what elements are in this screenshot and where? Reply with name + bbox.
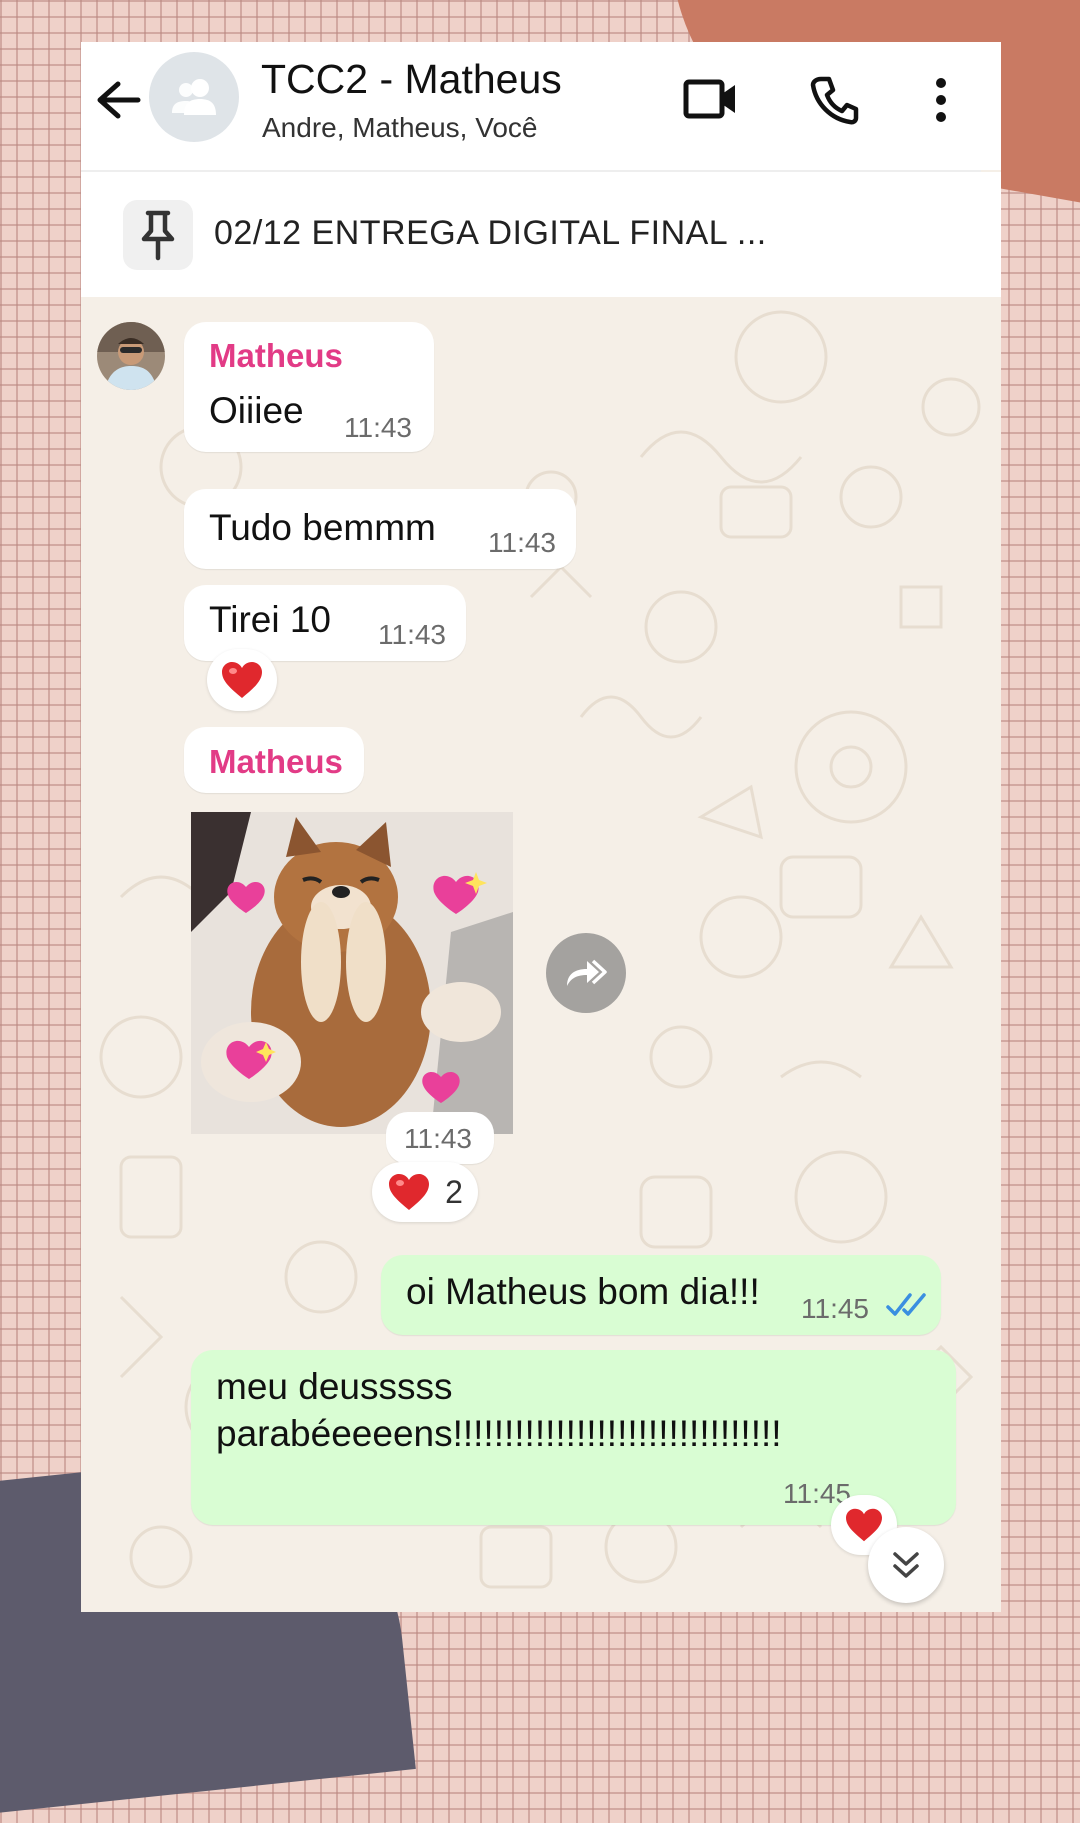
message-time: 11:43 <box>488 527 556 558</box>
double-chevron-down-icon <box>893 1552 919 1578</box>
sender-avatar[interactable] <box>97 322 165 390</box>
message-time: 11:43 <box>378 619 446 650</box>
message-bubble[interactable]: Matheus <box>184 727 364 793</box>
puppy-sticker-image[interactable] <box>191 812 513 1134</box>
pin-icon <box>123 200 193 270</box>
chat-area[interactable]: Matheus Oiiiee 11:43 Tudo bemmm 11:43 Ti… <box>81 297 1001 1612</box>
group-avatar-icon[interactable] <box>149 52 239 142</box>
voice-call-icon[interactable] <box>806 72 862 128</box>
message-time: 11:43 <box>404 1123 472 1154</box>
reaction-count: 2 <box>445 1173 463 1210</box>
pinned-message-bar[interactable]: 02/12 ENTREGA DIGITAL FINAL ... <box>81 172 1001 297</box>
message-time: 11:45 <box>801 1293 869 1324</box>
chat-participants[interactable]: Andre, Matheus, Você <box>262 112 538 144</box>
chat-header: TCC2 - Matheus Andre, Matheus, Você <box>81 42 1001 170</box>
message-sender[interactable]: Matheus <box>209 743 343 781</box>
message-text: Tudo bemmm <box>209 507 436 548</box>
message-bubble[interactable]: Matheus Oiiiee 11:43 <box>184 322 434 452</box>
chat-screen: TCC2 - Matheus Andre, Matheus, Você 02/1… <box>81 42 1001 1612</box>
message-text: Tirei 10 <box>209 599 332 640</box>
pinned-message-text: 02/12 ENTREGA DIGITAL FINAL ... <box>214 214 767 252</box>
message-time: 11:43 <box>344 412 412 443</box>
more-options-icon[interactable] <box>921 72 961 128</box>
heart-icon <box>222 662 262 698</box>
read-receipt-icon <box>886 1293 926 1316</box>
scroll-to-bottom-button[interactable] <box>868 1527 944 1603</box>
message-sender[interactable]: Matheus <box>209 337 343 375</box>
message-text: oi Matheus bom dia!!! <box>406 1271 760 1312</box>
message-text: Oiiiee <box>209 390 304 431</box>
message-bubble[interactable]: Tirei 10 11:43 <box>184 585 466 661</box>
heart-icon <box>389 1174 430 1210</box>
message-bubble[interactable]: Tudo bemmm 11:43 <box>184 489 576 569</box>
video-call-icon[interactable] <box>681 72 741 126</box>
message-reaction[interactable] <box>207 649 277 711</box>
message-text-line: parabéeeeens!!!!!!!!!!!!!!!!!!!!!!!!!!!!… <box>216 1413 782 1454</box>
message-text-line: meu deusssss <box>216 1366 453 1407</box>
chat-title[interactable]: TCC2 - Matheus <box>261 56 562 103</box>
sticker-timestamp: 11:43 <box>386 1112 494 1164</box>
back-arrow-icon[interactable] <box>91 72 147 128</box>
message-reaction[interactable]: 2 <box>372 1162 478 1222</box>
message-bubble[interactable]: meu deusssss parabéeeeens!!!!!!!!!!!!!!!… <box>191 1350 956 1525</box>
forward-icon[interactable] <box>546 933 626 1013</box>
message-bubble[interactable]: oi Matheus bom dia!!! 11:45 <box>381 1255 941 1335</box>
